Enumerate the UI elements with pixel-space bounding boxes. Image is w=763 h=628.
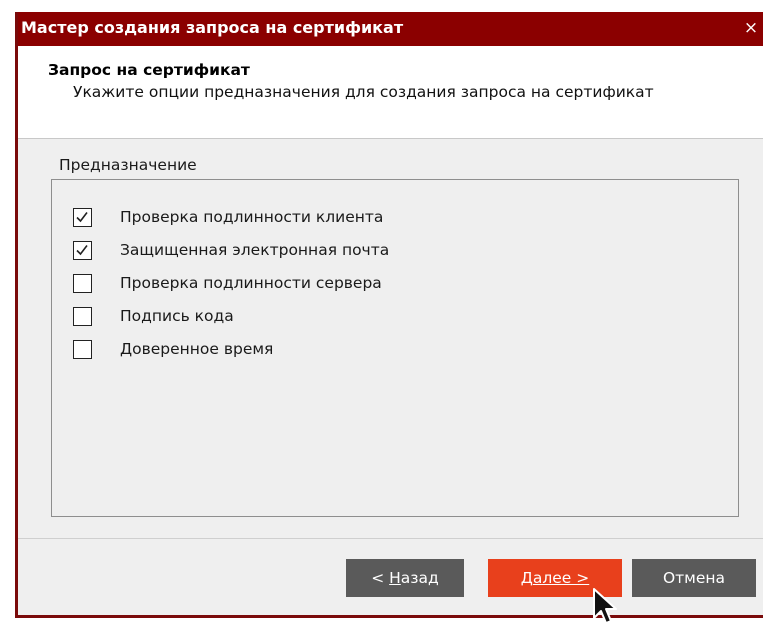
close-icon[interactable]: ×	[739, 12, 763, 46]
back-button-prefix: <	[371, 569, 390, 587]
purpose-item-label: Проверка подлинности клиента	[120, 208, 384, 226]
checkbox-server-auth[interactable]	[73, 273, 92, 293]
checkmark-icon	[76, 211, 88, 222]
page-title: Запрос на сертификат	[48, 61, 250, 79]
next-button-mnemonic: Д	[520, 569, 533, 587]
purpose-item-secure-email[interactable]: Защищенная электронная почта	[73, 239, 389, 261]
checkbox-code-signing[interactable]	[73, 306, 92, 326]
back-button-rest: азад	[400, 569, 439, 587]
cancel-button[interactable]: Отмена	[632, 559, 756, 597]
purpose-group-box: Проверка подлинности клиента Защищенная …	[51, 179, 739, 517]
footer-divider	[18, 538, 763, 539]
purpose-item-label: Подпись кода	[120, 307, 234, 325]
window-title: Мастер создания запроса на сертификат	[21, 18, 404, 37]
purpose-item-label: Проверка подлинности сервера	[120, 274, 382, 292]
checkbox-secure-email[interactable]	[73, 240, 92, 260]
purpose-item-server-auth[interactable]: Проверка подлинности сервера	[73, 272, 382, 294]
checkmark-icon	[76, 244, 88, 255]
purpose-item-time-stamping[interactable]: Доверенное время	[73, 338, 273, 360]
back-button-mnemonic: Н	[389, 569, 401, 587]
page-subtitle: Укажите опции предназначения для создани…	[73, 83, 654, 101]
purpose-item-code-signing[interactable]: Подпись кода	[73, 305, 234, 327]
checkbox-client-auth[interactable]	[73, 207, 92, 227]
purpose-group-label: Предназначение	[59, 156, 197, 174]
wizard-header: Запрос на сертификат Укажите опции предн…	[18, 46, 763, 139]
back-button[interactable]: < Назад	[346, 559, 464, 597]
next-button-rest: алее >	[532, 569, 590, 587]
purpose-item-label: Доверенное время	[120, 340, 274, 358]
certificate-request-wizard-window: Мастер создания запроса на сертификат × …	[15, 12, 763, 618]
purpose-item-client-auth[interactable]: Проверка подлинности клиента	[73, 206, 383, 228]
title-bar[interactable]: Мастер создания запроса на сертификат ×	[18, 12, 763, 46]
purpose-item-label: Защищенная электронная почта	[120, 241, 390, 259]
checkbox-time-stamping[interactable]	[73, 339, 92, 359]
mouse-pointer-icon	[593, 588, 617, 624]
